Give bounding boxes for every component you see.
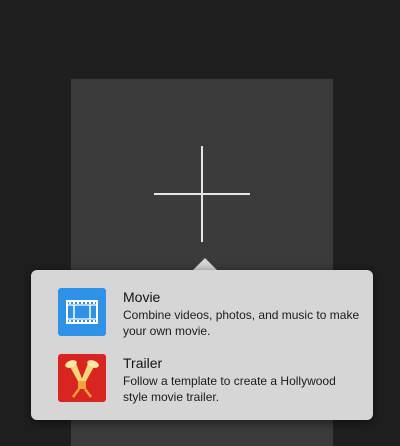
new-project-popover: Movie Combine videos, photos, and music … (31, 270, 373, 420)
plus-icon[interactable] (154, 146, 250, 242)
trailer-option-description: Follow a template to create a Hollywood … (123, 374, 336, 404)
plus-icon-vertical-stroke (201, 146, 203, 242)
popover-arrow (193, 258, 217, 270)
movie-option[interactable]: Movie Combine videos, photos, and music … (31, 284, 373, 348)
trailer-option-title: Trailer (123, 355, 163, 371)
trailer-option[interactable]: Trailer Follow a template to create a Ho… (31, 350, 373, 414)
film-strip-icon (58, 288, 106, 336)
spotlights-icon (58, 354, 106, 402)
movie-option-description: Combine videos, photos, and music to mak… (123, 308, 360, 338)
movie-option-title: Movie (123, 289, 161, 305)
app-window: Movie Combine videos, photos, and music … (0, 0, 400, 446)
